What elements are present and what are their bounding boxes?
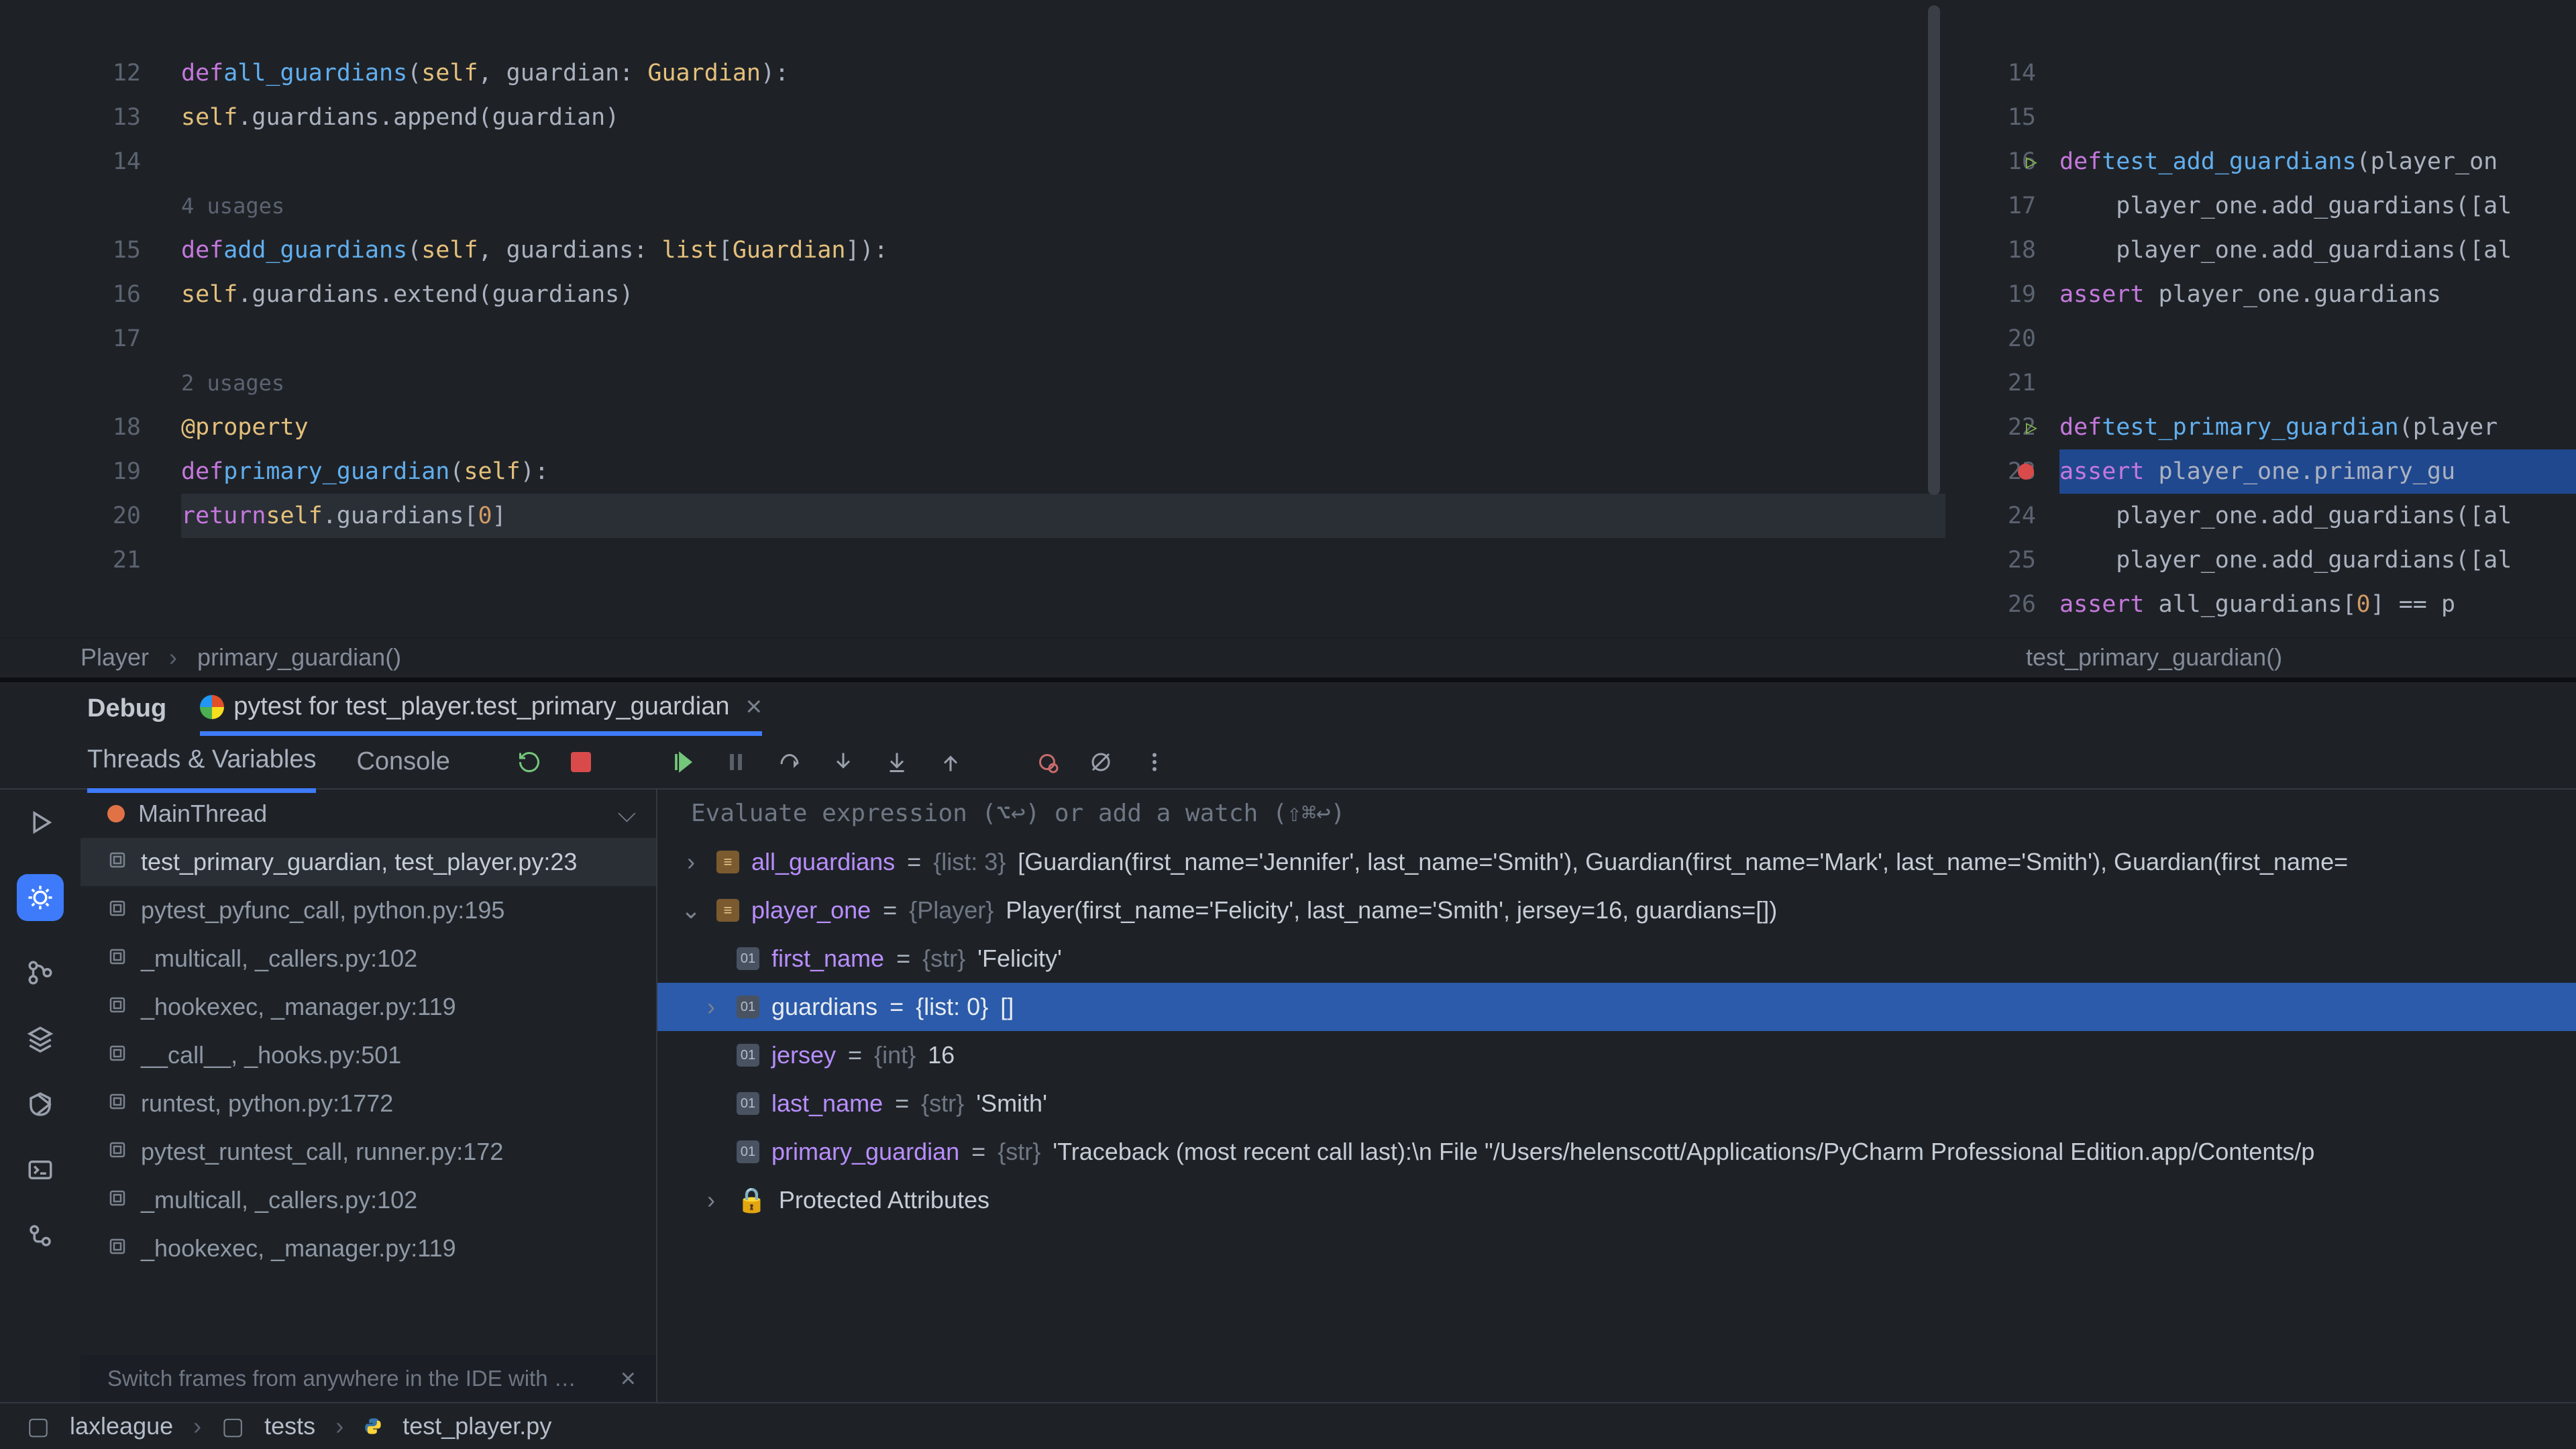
stack-frame[interactable]: pytest_runtest_call, runner.py:172 bbox=[80, 1128, 656, 1176]
debug-icon[interactable] bbox=[17, 874, 64, 921]
stack-frame[interactable]: __call__, _hooks.py:501 bbox=[80, 1031, 656, 1079]
variable-row[interactable]: 01last_name = {str} 'Smith' bbox=[657, 1079, 2576, 1128]
hint-bar: Switch frames from anywhere in the IDE w… bbox=[80, 1355, 656, 1402]
services-icon[interactable] bbox=[26, 1090, 54, 1118]
pytest-icon bbox=[200, 695, 224, 719]
variable-row[interactable]: ›01guardians = {list: 0} [] bbox=[657, 983, 2576, 1031]
stack-frame[interactable]: _multicall, _callers.py:102 bbox=[80, 934, 656, 983]
variable-row[interactable]: ›🔒Protected Attributes bbox=[657, 1176, 2576, 1224]
close-hint-icon[interactable]: × bbox=[621, 1360, 636, 1397]
step-over-icon[interactable] bbox=[777, 750, 802, 774]
editor-right: 141516▷171819202122▷2324252627 def test_… bbox=[1945, 0, 2576, 678]
console-tab[interactable]: Console bbox=[356, 744, 449, 780]
folder-name[interactable]: tests bbox=[264, 1409, 315, 1443]
stack-frame[interactable]: _hookexec, _manager.py:119 bbox=[80, 983, 656, 1031]
eval-placeholder: Evaluate expression (⌥↩) or add a watch … bbox=[691, 797, 1345, 830]
run-config-tab[interactable]: pytest for test_player.test_primary_guar… bbox=[200, 682, 762, 736]
thread-selector[interactable]: MainThread ⌵ bbox=[80, 790, 656, 838]
close-icon[interactable]: × bbox=[739, 687, 763, 727]
evaluate-input[interactable]: Evaluate expression (⌥↩) or add a watch … bbox=[657, 790, 2576, 838]
view-breakpoints-icon[interactable] bbox=[1035, 750, 1059, 774]
stack-frame[interactable]: runtest, python.py:1772 bbox=[80, 1079, 656, 1128]
terminal-icon[interactable] bbox=[26, 1156, 54, 1184]
code-left[interactable]: def all_guardians(self, guardian: Guardi… bbox=[181, 7, 1945, 637]
thread-name: MainThread bbox=[138, 797, 267, 830]
git-icon[interactable] bbox=[26, 959, 54, 987]
thread-status-icon bbox=[107, 805, 125, 822]
folder-icon: ▢ bbox=[221, 1409, 244, 1443]
variable-row[interactable]: ›≡all_guardians = {list: 3} [Guardian(fi… bbox=[657, 838, 2576, 886]
crumb-class[interactable]: Player bbox=[80, 641, 149, 674]
mute-breakpoints-icon[interactable] bbox=[1089, 750, 1113, 774]
gutter-right[interactable]: 141516▷171819202122▷2324252627 bbox=[1945, 7, 2059, 637]
debug-panel: Debug pytest for test_player.test_primar… bbox=[0, 678, 2576, 1402]
gutter-left[interactable]: 12131415161718192021 bbox=[0, 7, 181, 637]
nav-bar[interactable]: ▢ laxleague › ▢ tests › test_player.py bbox=[0, 1402, 2576, 1449]
variable-row[interactable]: 01first_name = {str} 'Felicity' bbox=[657, 934, 2576, 983]
variable-row[interactable]: 01jersey = {int} 16 bbox=[657, 1031, 2576, 1079]
variable-row[interactable]: 01primary_guardian = {str} 'Traceback (m… bbox=[657, 1128, 2576, 1176]
file-name[interactable]: test_player.py bbox=[402, 1409, 551, 1443]
variable-row[interactable]: ⌄≡player_one = {Player} Player(first_nam… bbox=[657, 886, 2576, 934]
stack-frame[interactable]: test_primary_guardian, test_player.py:23 bbox=[80, 838, 656, 886]
variables-panel: Evaluate expression (⌥↩) or add a watch … bbox=[657, 790, 2576, 1402]
step-out-icon[interactable] bbox=[938, 750, 963, 774]
stack-frame[interactable]: pytest_pyfunc_call, python.py:195 bbox=[80, 886, 656, 934]
vcs-icon[interactable] bbox=[26, 1222, 54, 1250]
debug-sidebar bbox=[0, 790, 80, 1402]
editor-left: 12131415161718192021 def all_guardians(s… bbox=[0, 0, 1945, 678]
hint-text: Switch frames from anywhere in the IDE w… bbox=[107, 1363, 576, 1394]
crumb-test[interactable]: test_primary_guardian() bbox=[2026, 641, 2282, 674]
breadcrumb-left[interactable]: Player › primary_guardian() bbox=[0, 637, 1945, 678]
python-icon bbox=[364, 1417, 382, 1436]
resume-icon[interactable] bbox=[670, 750, 694, 774]
rerun-icon[interactable] bbox=[517, 750, 541, 774]
run-config-label: pytest for test_player.test_primary_guar… bbox=[233, 689, 729, 724]
more-icon[interactable] bbox=[1142, 750, 1167, 774]
pause-icon[interactable] bbox=[724, 750, 748, 774]
breadcrumb-right[interactable]: test_primary_guardian() bbox=[1945, 637, 2576, 678]
step-into-icon[interactable] bbox=[831, 750, 855, 774]
crumb-method[interactable]: primary_guardian() bbox=[197, 641, 401, 674]
debug-tab[interactable]: Debug bbox=[87, 691, 166, 727]
step-into-my-icon[interactable] bbox=[885, 750, 909, 774]
stop-icon[interactable] bbox=[571, 752, 591, 772]
project-name[interactable]: laxleague bbox=[70, 1409, 173, 1443]
run-icon[interactable] bbox=[26, 808, 54, 837]
stack-frame[interactable]: _multicall, _callers.py:102 bbox=[80, 1176, 656, 1224]
project-icon: ▢ bbox=[27, 1409, 50, 1443]
threads-tab[interactable]: Threads & Variables bbox=[87, 731, 316, 793]
layers-icon[interactable] bbox=[26, 1024, 54, 1053]
stack-frame[interactable]: _hookexec, _manager.py:119 bbox=[80, 1224, 656, 1273]
scrollbar-vertical[interactable] bbox=[1928, 5, 1940, 495]
code-right[interactable]: def test_add_guardians(player_on player_… bbox=[2059, 7, 2576, 637]
chevron-down-icon[interactable]: ⌵ bbox=[618, 797, 636, 830]
frames-panel: MainThread ⌵ test_primary_guardian, test… bbox=[80, 790, 657, 1402]
